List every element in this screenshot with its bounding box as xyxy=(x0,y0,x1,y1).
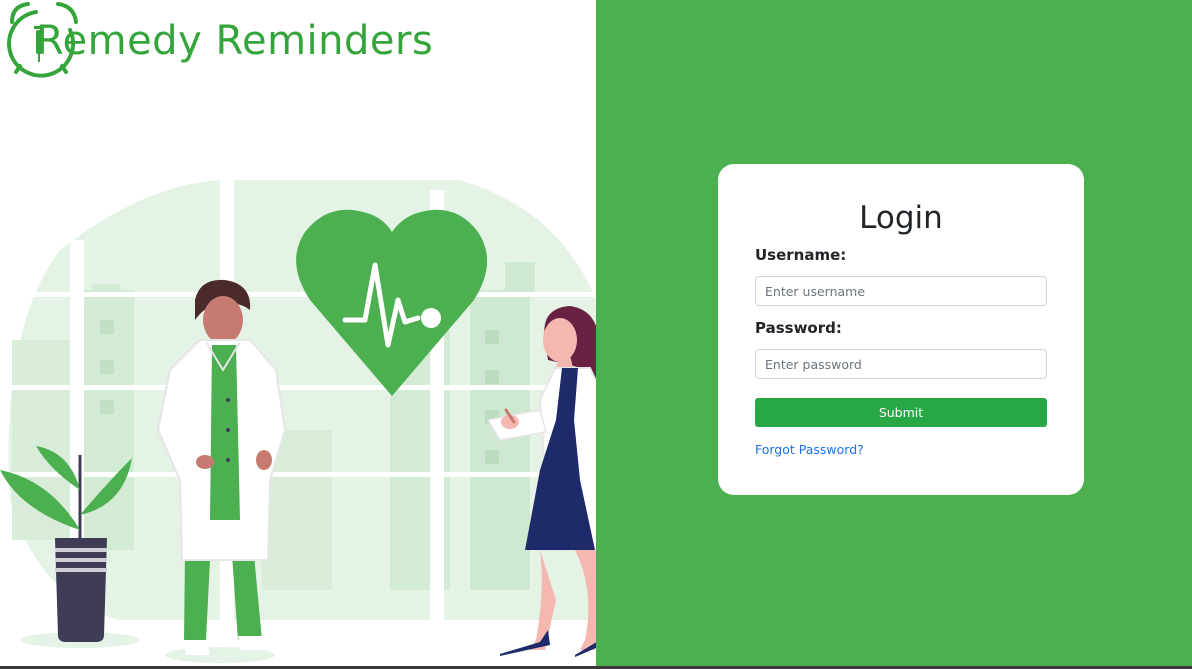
brand-logo: Remedy Reminders xyxy=(6,0,433,82)
username-input[interactable] xyxy=(755,276,1047,306)
hero-pane: Remedy Reminders xyxy=(0,0,596,666)
login-title: Login xyxy=(859,200,943,236)
password-label: Password: xyxy=(755,319,842,337)
doctors-illustration xyxy=(0,180,596,663)
forgot-password-link[interactable]: Forgot Password? xyxy=(755,442,864,457)
password-input[interactable] xyxy=(755,349,1047,379)
login-card: Login Username: Password: Submit Forgot … xyxy=(718,164,1084,495)
username-label: Username: xyxy=(755,246,847,264)
submit-button[interactable]: Submit xyxy=(755,398,1047,427)
brand-name: Remedy Reminders xyxy=(36,18,434,64)
